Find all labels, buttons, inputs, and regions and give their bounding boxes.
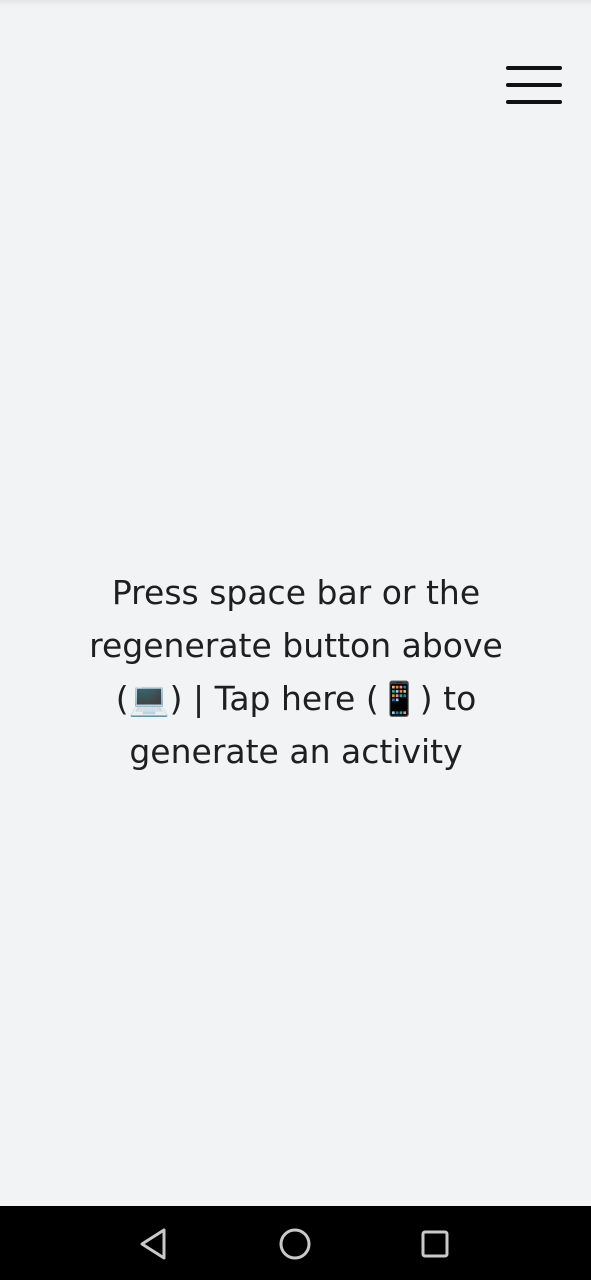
back-triangle-icon [140,1228,166,1260]
top-edge-shadow [0,0,591,6]
menu-bar-top [506,66,562,70]
system-navigation-bar [0,1206,591,1280]
generate-activity-prompt[interactable]: Press space bar or the regenerate button… [70,566,522,778]
recents-square-icon [421,1230,449,1258]
menu-bar-middle [506,83,562,87]
app-screen: Press space bar or the regenerate button… [0,0,591,1206]
menu-button[interactable] [502,60,566,110]
menu-bar-bottom [506,100,562,104]
home-button[interactable] [271,1220,319,1268]
recents-button[interactable] [411,1220,459,1268]
back-button[interactable] [130,1220,178,1268]
home-circle-icon [279,1228,311,1260]
